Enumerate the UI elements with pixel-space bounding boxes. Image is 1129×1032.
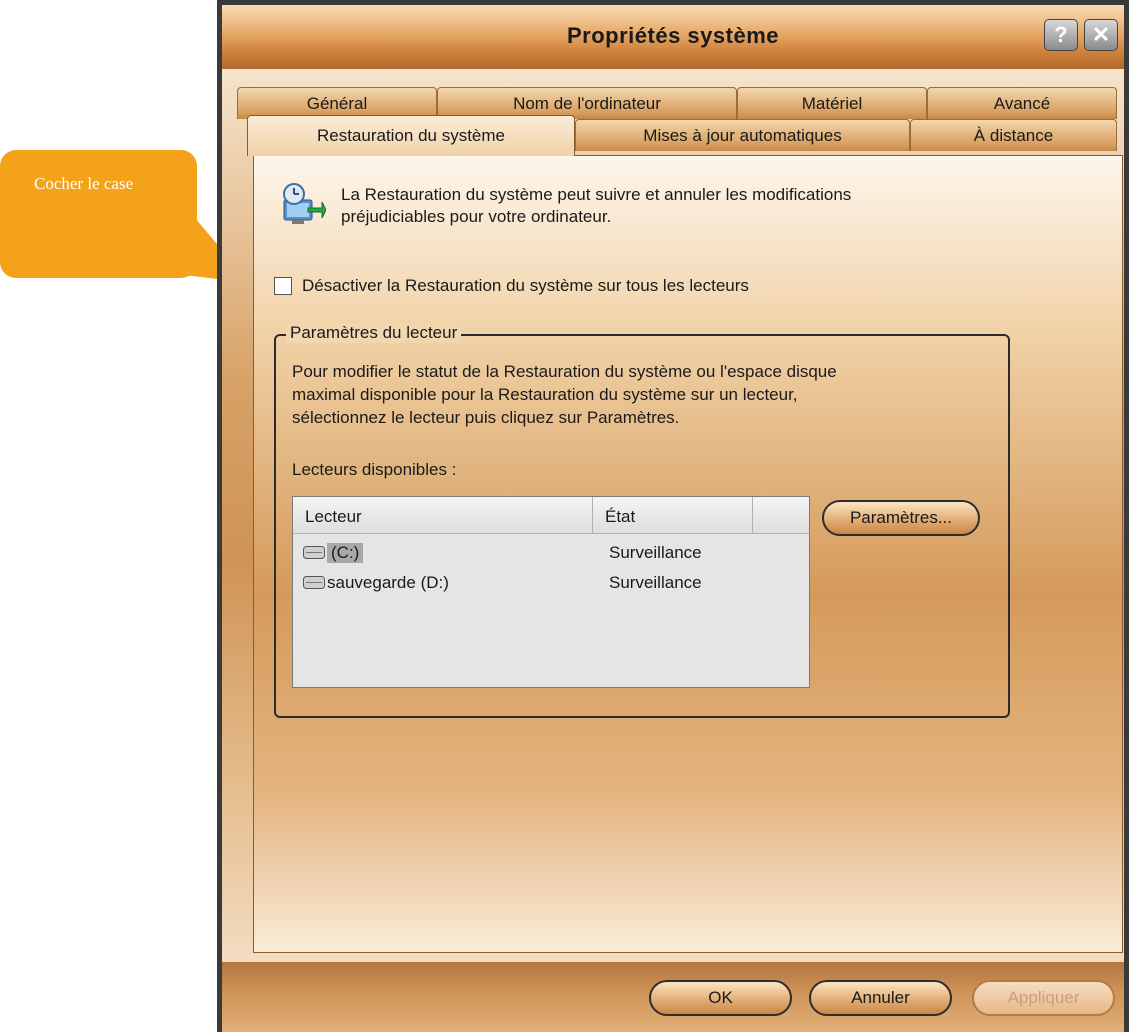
drive-state: Surveillance xyxy=(609,543,702,562)
column-state[interactable]: État xyxy=(593,497,753,533)
tab-system-restore[interactable]: Restauration du système xyxy=(247,115,575,156)
tab-automatic-updates[interactable]: Mises à jour automatiques xyxy=(575,119,910,151)
cancel-button[interactable]: Annuler xyxy=(809,980,952,1016)
column-drive[interactable]: Lecteur xyxy=(293,497,593,533)
group-description: Pour modifier le statut de la Restaurati… xyxy=(292,362,837,427)
ok-button[interactable]: OK xyxy=(649,980,792,1016)
hard-drive-icon xyxy=(303,546,325,559)
system-restore-panel: La Restauration du système peut suivre e… xyxy=(253,155,1123,953)
dialog-body: Général Nom de l'ordinateur Matériel Ava… xyxy=(222,69,1124,962)
close-icon: ✕ xyxy=(1091,22,1111,47)
drive-state: Surveillance xyxy=(609,573,702,592)
drive-name: (C:) xyxy=(327,543,364,563)
list-item[interactable]: sauvegarde (D:) Surveillance xyxy=(293,569,809,599)
apply-button[interactable]: Appliquer xyxy=(972,980,1115,1016)
drives-list[interactable]: Lecteur État (C:) Surveillance sauvegard… xyxy=(292,496,810,688)
help-icon: ? xyxy=(1054,22,1068,47)
hard-drive-icon xyxy=(303,576,325,589)
close-button[interactable]: ✕ xyxy=(1084,19,1118,51)
column-filler xyxy=(753,497,809,533)
list-item[interactable]: (C:) Surveillance xyxy=(293,539,809,569)
tab-hardware[interactable]: Matériel xyxy=(737,87,927,119)
tab-advanced[interactable]: Avancé xyxy=(927,87,1117,119)
list-header: Lecteur État xyxy=(293,497,809,534)
intro-text: La Restauration du système peut suivre e… xyxy=(341,185,852,226)
title-bar[interactable]: Propriétés système ? ✕ xyxy=(222,5,1124,69)
settings-button[interactable]: Paramètres... xyxy=(822,500,980,536)
window-title: Propriétés système xyxy=(567,23,779,48)
disable-restore-option[interactable]: Désactiver la Restauration du système su… xyxy=(274,274,749,298)
drive-name: sauvegarde (D:) xyxy=(327,573,449,592)
group-legend: Paramètres du lecteur xyxy=(286,323,462,343)
drive-settings-group: Paramètres du lecteur Pour modifier le s… xyxy=(274,323,1010,718)
disable-restore-checkbox[interactable] xyxy=(274,277,292,295)
disable-restore-label[interactable]: Désactiver la Restauration du système su… xyxy=(302,276,749,296)
system-properties-window: Propriétés système ? ✕ Général Nom de l'… xyxy=(217,0,1129,1032)
available-drives-label: Lecteurs disponibles : xyxy=(292,460,457,479)
callout-bubble: Cocher le case xyxy=(0,150,197,278)
help-button[interactable]: ? xyxy=(1044,19,1078,51)
dialog-footer: OK Annuler Appliquer xyxy=(222,962,1124,1032)
system-restore-icon xyxy=(283,183,326,224)
callout-text: Cocher le case xyxy=(34,174,134,193)
tab-remote[interactable]: À distance xyxy=(910,119,1117,151)
